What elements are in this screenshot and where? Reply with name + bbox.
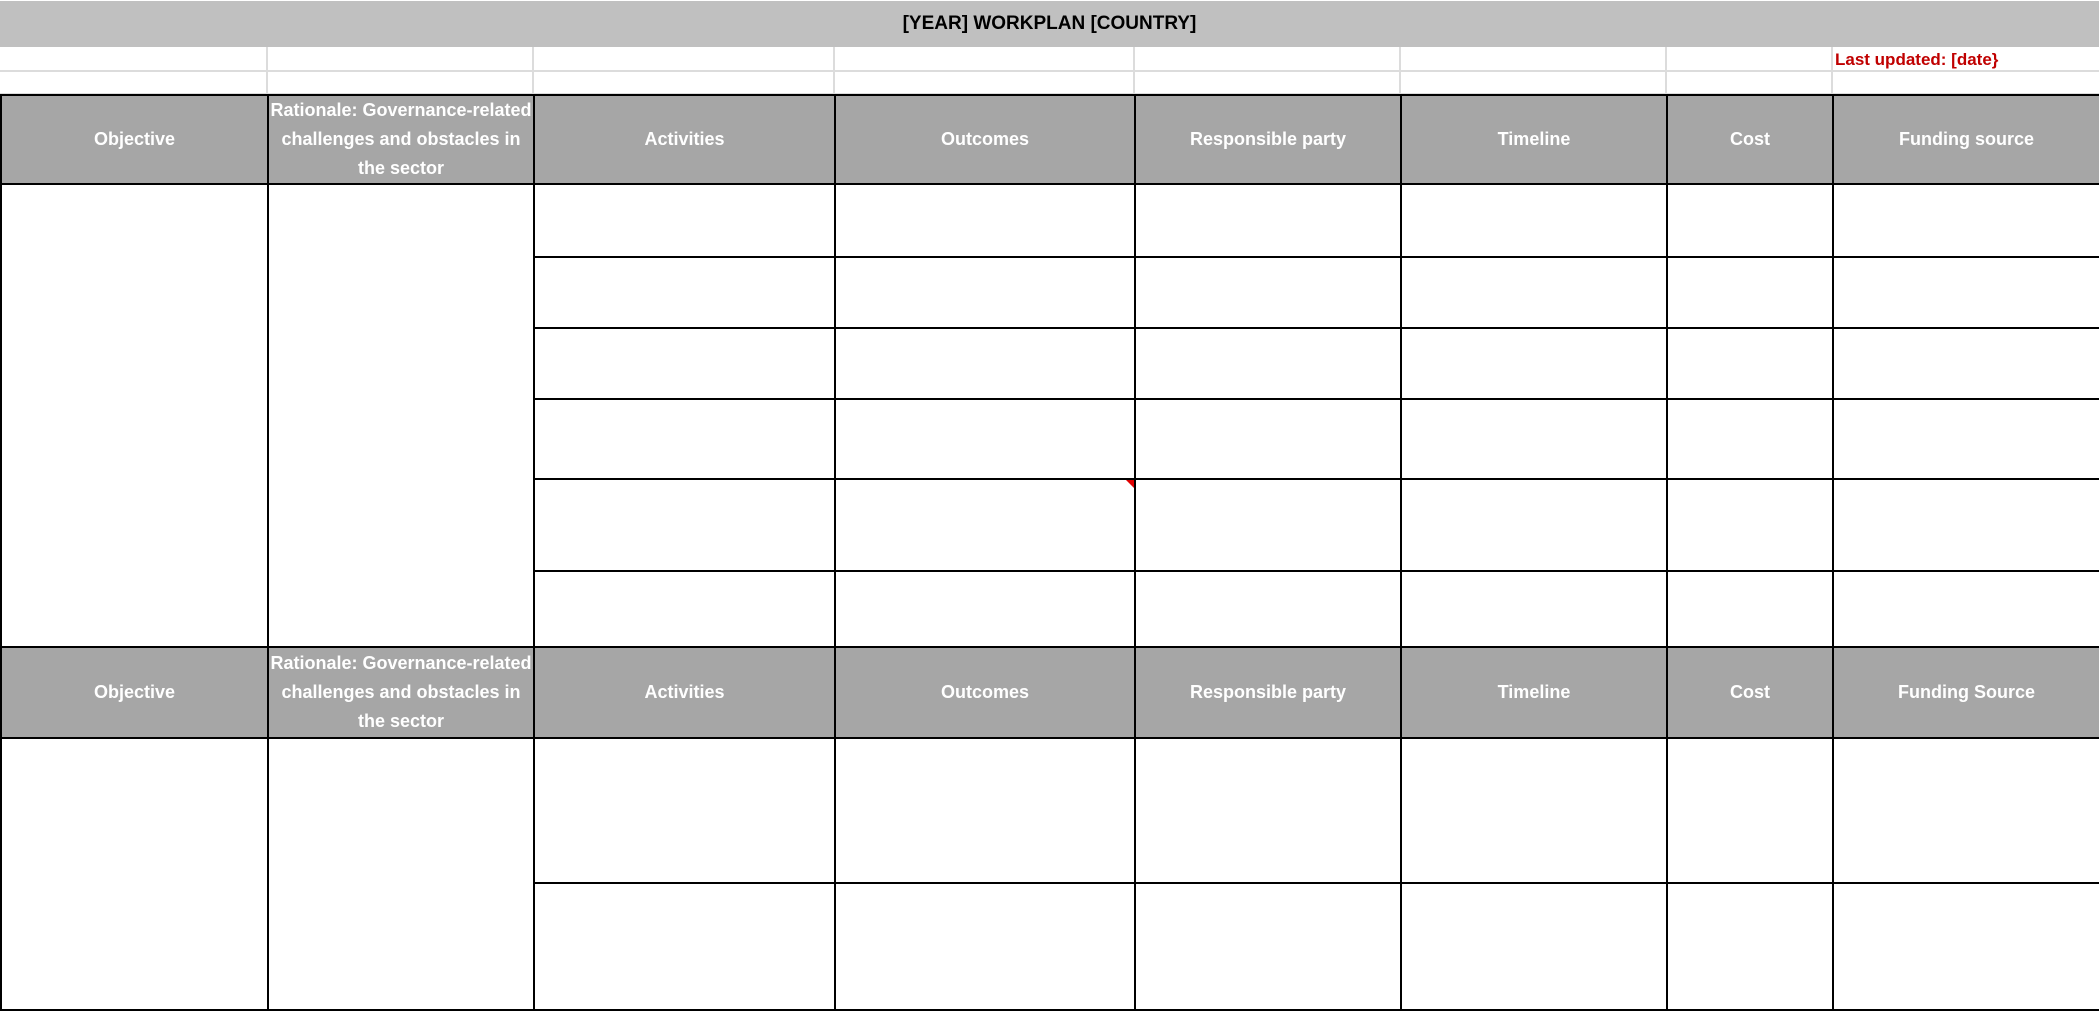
- outcomes-cell[interactable]: [834, 398, 1136, 480]
- cost-cell[interactable]: [1666, 256, 1834, 329]
- gridline: [1831, 47, 1833, 95]
- header-outcomes[interactable]: Outcomes: [834, 646, 1136, 739]
- header-objective[interactable]: Objective: [0, 94, 269, 185]
- timeline-cell[interactable]: [1400, 183, 1668, 258]
- activities-cell[interactable]: [533, 882, 836, 1011]
- funding-source-cell[interactable]: [1832, 183, 2099, 258]
- activities-cell[interactable]: [533, 398, 836, 480]
- header-responsible-party[interactable]: Responsible party: [1134, 94, 1402, 185]
- cost-cell[interactable]: [1666, 882, 1834, 1011]
- responsible-party-cell[interactable]: [1134, 327, 1402, 400]
- cost-cell[interactable]: [1666, 570, 1834, 648]
- responsible-party-cell[interactable]: [1134, 256, 1402, 329]
- header-funding-source[interactable]: Funding source: [1832, 94, 2099, 185]
- objective-cell[interactable]: [0, 737, 269, 1011]
- title-text: [YEAR] WORKPLAN [COUNTRY]: [902, 13, 1197, 34]
- cost-cell[interactable]: [1666, 327, 1834, 400]
- activities-cell[interactable]: [533, 256, 836, 329]
- outcomes-cell[interactable]: [834, 478, 1136, 572]
- timeline-cell[interactable]: [1400, 256, 1668, 329]
- funding-source-cell[interactable]: [1832, 327, 2099, 400]
- funding-source-cell[interactable]: [1832, 570, 2099, 648]
- responsible-party-cell[interactable]: [1134, 737, 1402, 884]
- responsible-party-cell[interactable]: [1134, 570, 1402, 648]
- activities-cell[interactable]: [533, 570, 836, 648]
- gridline: [266, 47, 268, 95]
- empty-row-2[interactable]: [0, 72, 2099, 95]
- header-responsible-party[interactable]: Responsible party: [1134, 646, 1402, 739]
- funding-source-cell[interactable]: [1832, 398, 2099, 480]
- timeline-cell[interactable]: [1400, 327, 1668, 400]
- objective-cell[interactable]: [0, 183, 269, 648]
- table-row: [0, 183, 2099, 648]
- rationale-cell[interactable]: [267, 737, 535, 1011]
- header-cost[interactable]: Cost: [1666, 94, 1834, 185]
- last-updated-label: Last updated: [date}: [1835, 50, 1999, 69]
- outcomes-cell[interactable]: [834, 256, 1136, 329]
- header-cost[interactable]: Cost: [1666, 646, 1834, 739]
- header-activities[interactable]: Activities: [533, 646, 836, 739]
- header-activities[interactable]: Activities: [533, 94, 836, 185]
- timeline-cell[interactable]: [1400, 398, 1668, 480]
- timeline-cell[interactable]: [1400, 882, 1668, 1011]
- outcomes-cell[interactable]: [834, 737, 1136, 884]
- gridline: [833, 47, 835, 95]
- cost-cell[interactable]: [1666, 398, 1834, 480]
- table-row: [0, 737, 2099, 1011]
- comment-indicator-icon[interactable]: [1126, 480, 1134, 488]
- header-outcomes[interactable]: Outcomes: [834, 94, 1136, 185]
- outcomes-cell[interactable]: [834, 570, 1136, 648]
- responsible-party-cell[interactable]: [1134, 882, 1402, 1011]
- header-row: Objective Rationale: Governance-related …: [0, 646, 2099, 739]
- cost-cell[interactable]: [1666, 478, 1834, 572]
- header-rationale[interactable]: Rationale: Governance-related challenges…: [267, 646, 535, 739]
- header-funding-source[interactable]: Funding Source: [1832, 646, 2099, 739]
- timeline-cell[interactable]: [1400, 570, 1668, 648]
- activities-cell[interactable]: [533, 327, 836, 400]
- activities-cell[interactable]: [533, 183, 836, 258]
- rationale-cell[interactable]: [267, 183, 535, 648]
- workplan-title: [YEAR] WORKPLAN [COUNTRY]: [0, 1, 2099, 47]
- responsible-party-cell[interactable]: [1134, 398, 1402, 480]
- outcomes-cell[interactable]: [834, 882, 1136, 1011]
- cost-cell[interactable]: [1666, 737, 1834, 884]
- header-timeline[interactable]: Timeline: [1400, 646, 1668, 739]
- responsible-party-cell[interactable]: [1134, 478, 1402, 572]
- timeline-cell[interactable]: [1400, 478, 1668, 572]
- funding-source-cell[interactable]: [1832, 478, 2099, 572]
- funding-source-cell[interactable]: [1832, 737, 2099, 884]
- outcomes-cell[interactable]: [834, 327, 1136, 400]
- funding-source-cell[interactable]: [1832, 256, 2099, 329]
- outcomes-cell[interactable]: [834, 183, 1136, 258]
- gridline: [532, 47, 534, 95]
- cost-cell[interactable]: [1666, 183, 1834, 258]
- header-rationale[interactable]: Rationale: Governance-related challenges…: [267, 94, 535, 185]
- funding-source-cell[interactable]: [1832, 882, 2099, 1011]
- empty-row-1[interactable]: [0, 47, 2099, 72]
- gridline: [1665, 47, 1667, 95]
- header-row: Objective Rationale: Governance-related …: [0, 94, 2099, 185]
- gridline: [1399, 47, 1401, 95]
- responsible-party-cell[interactable]: [1134, 183, 1402, 258]
- gridline: [1133, 47, 1135, 95]
- activities-cell[interactable]: [533, 737, 836, 884]
- workplan-table-1: Objective Rationale: Governance-related …: [0, 94, 2099, 1011]
- header-objective[interactable]: Objective: [0, 646, 269, 739]
- timeline-cell[interactable]: [1400, 737, 1668, 884]
- header-timeline[interactable]: Timeline: [1400, 94, 1668, 185]
- activities-cell[interactable]: [533, 478, 836, 572]
